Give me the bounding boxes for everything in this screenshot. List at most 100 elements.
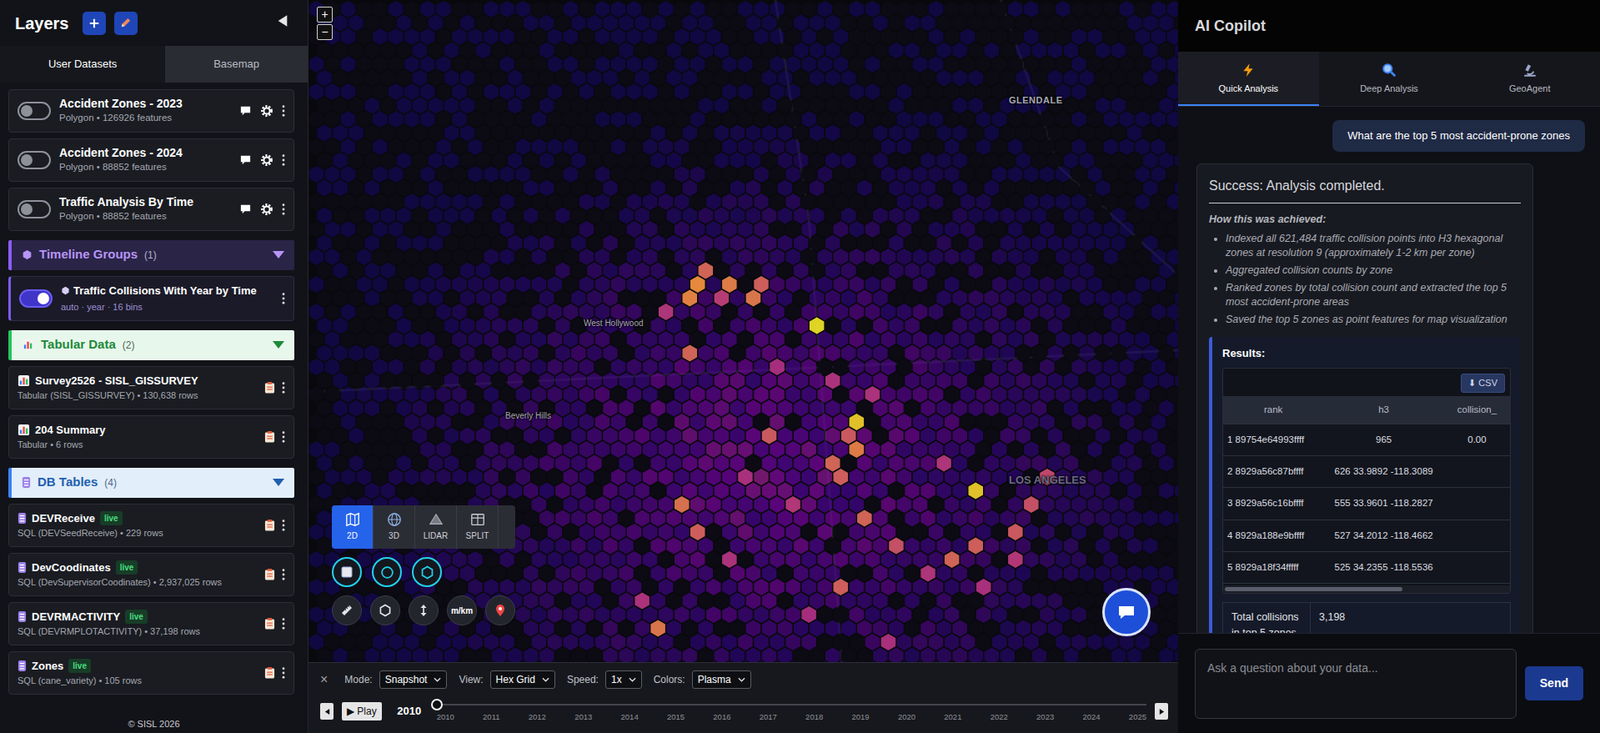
hex-cell: [586, 399, 602, 417]
tab[interactable]: User Datasets: [0, 45, 166, 83]
hex-cell: [753, 83, 768, 101]
hex-cell: [1119, 138, 1135, 156]
table-item[interactable]: 204 SummaryTabular • 6 rows: [8, 415, 295, 459]
hex-cell: [658, 386, 674, 403]
table-item[interactable]: Survey2526 - SISL_GISSURVEYTabular (SISL…: [8, 366, 295, 410]
section-header[interactable]: Timeline Groups(1): [8, 240, 295, 271]
hex-cell: [1095, 151, 1111, 169]
add-layer-button[interactable]: [82, 11, 106, 36]
section-header[interactable]: DB Tables(4): [8, 467, 295, 498]
caret-icon[interactable]: [272, 478, 285, 487]
hex-cell: [356, 165, 372, 183]
hex-cell: [1039, 358, 1055, 376]
hex-cell: [571, 316, 587, 334]
hex-cell: [920, 206, 936, 224]
tab-label[interactable]: User Datasets: [48, 57, 117, 71]
section-header[interactable]: Tabular Data(2): [8, 330, 295, 361]
hex-cell: [523, 14, 539, 31]
hex-cell: [1048, 371, 1064, 389]
layer-item[interactable]: Accident Zones - 2024Polygon • 88852 fea…: [8, 138, 295, 182]
group-text: Traffic Collisions With Year by Timeauto…: [60, 282, 274, 315]
db-table-item[interactable]: ZonesliveSQL (cane_variety) • 105 rows: [8, 651, 295, 695]
visibility-toggle[interactable]: [17, 150, 51, 170]
tab-label[interactable]: Basemap: [213, 57, 260, 71]
hex-cell: [396, 316, 412, 334]
hex-cell: [1119, 358, 1135, 376]
hex-cell: [785, 248, 800, 266]
tab[interactable]: Basemap: [165, 45, 308, 83]
hex-cell: [309, 275, 325, 293]
hex-cell: [1151, 165, 1167, 183]
hex-cell: [920, 69, 936, 86]
hex-cell: [611, 0, 627, 18]
hex-cell: [706, 28, 722, 46]
hex-cell: [785, 275, 800, 293]
hex-cell: [737, 386, 753, 403]
hex-cell: [888, 69, 904, 86]
hex-cell: [507, 69, 523, 86]
hex-cell: [928, 193, 944, 211]
hex-cell: [706, 441, 722, 458]
hex-cell: [626, 386, 643, 403]
db-table-item[interactable]: DevCoodinatesliveSQL (DevSupervisorCoodi…: [8, 552, 295, 597]
hex-cell: [547, 441, 563, 458]
layer-item[interactable]: Accident Zones - 2023Polygon • 126926 fe…: [8, 89, 295, 133]
hex-cell: [404, 275, 420, 293]
hex-cell: [1023, 303, 1039, 321]
hex-cell: [507, 234, 523, 251]
hex-cell: [372, 83, 388, 101]
hex-cell: [730, 399, 746, 417]
visibility-toggle[interactable]: [17, 200, 51, 219]
hex-cell: [626, 468, 643, 486]
map-canvas[interactable]: +−GLENDALEWest HollywoodBeverly HillsLOS…: [308, 0, 1179, 663]
hex-cell: [516, 441, 532, 458]
hex-cell: [841, 289, 857, 306]
hexagon-icon: [21, 249, 33, 261]
hex-cell: [1167, 303, 1179, 321]
hex-cell: [1055, 386, 1071, 403]
hex-cell: [595, 275, 611, 293]
hex-cell: [539, 69, 555, 86]
hex-cell: [762, 69, 778, 86]
hex-cell: [920, 179, 936, 196]
hex-cell: [444, 206, 460, 224]
hex-cell: [912, 28, 928, 46]
hex-cell: [976, 0, 992, 18]
collapse-button[interactable]: [272, 10, 293, 37]
hex-cell: [936, 96, 951, 114]
hex-cell: [833, 275, 849, 293]
hex-cell: [960, 193, 976, 211]
hex-cell: [801, 165, 817, 183]
visibility-toggle[interactable]: [17, 101, 51, 121]
hex-cell: [611, 55, 627, 73]
hex-cell: [897, 110, 913, 128]
visibility-toggle[interactable]: [19, 289, 53, 308]
edit-button[interactable]: [114, 11, 138, 36]
hex-cell: [960, 138, 976, 156]
hex-cell: [571, 179, 587, 196]
hex-cell: [753, 303, 768, 321]
hex-cell: [793, 371, 809, 389]
layer-item[interactable]: Traffic Analysis By TimePolygon • 88852 …: [8, 187, 295, 231]
hex-cell: [476, 151, 492, 169]
caret-icon[interactable]: [272, 250, 285, 259]
hex-cell: [1032, 316, 1048, 334]
caret-icon[interactable]: [272, 341, 285, 349]
hex-cell: [595, 386, 611, 403]
timeline-group-item[interactable]: Traffic Collisions With Year by Timeauto…: [8, 275, 295, 322]
section-title: Tabular Data: [40, 335, 116, 355]
clipboard-icon: [264, 666, 276, 679]
hex-cell: [547, 358, 563, 376]
db-table-item[interactable]: DEVReceiveliveSQL (DEVSeedReceive) • 229…: [8, 503, 295, 547]
hex-cell: [555, 289, 571, 306]
hex-cell: [539, 371, 555, 389]
hex-cell: [571, 344, 587, 362]
hex-cell: [1174, 399, 1179, 417]
db-table-item[interactable]: DEVRMACTIVITYliveSQL (DEVRMPLOTACTIVITY)…: [8, 601, 295, 646]
hex-cell: [372, 468, 388, 486]
hex-cell: [1000, 289, 1016, 306]
hex-cell: [309, 441, 325, 458]
hex-cell: [539, 454, 555, 472]
hex-cell: [730, 179, 746, 196]
hex-cell: [451, 386, 467, 403]
